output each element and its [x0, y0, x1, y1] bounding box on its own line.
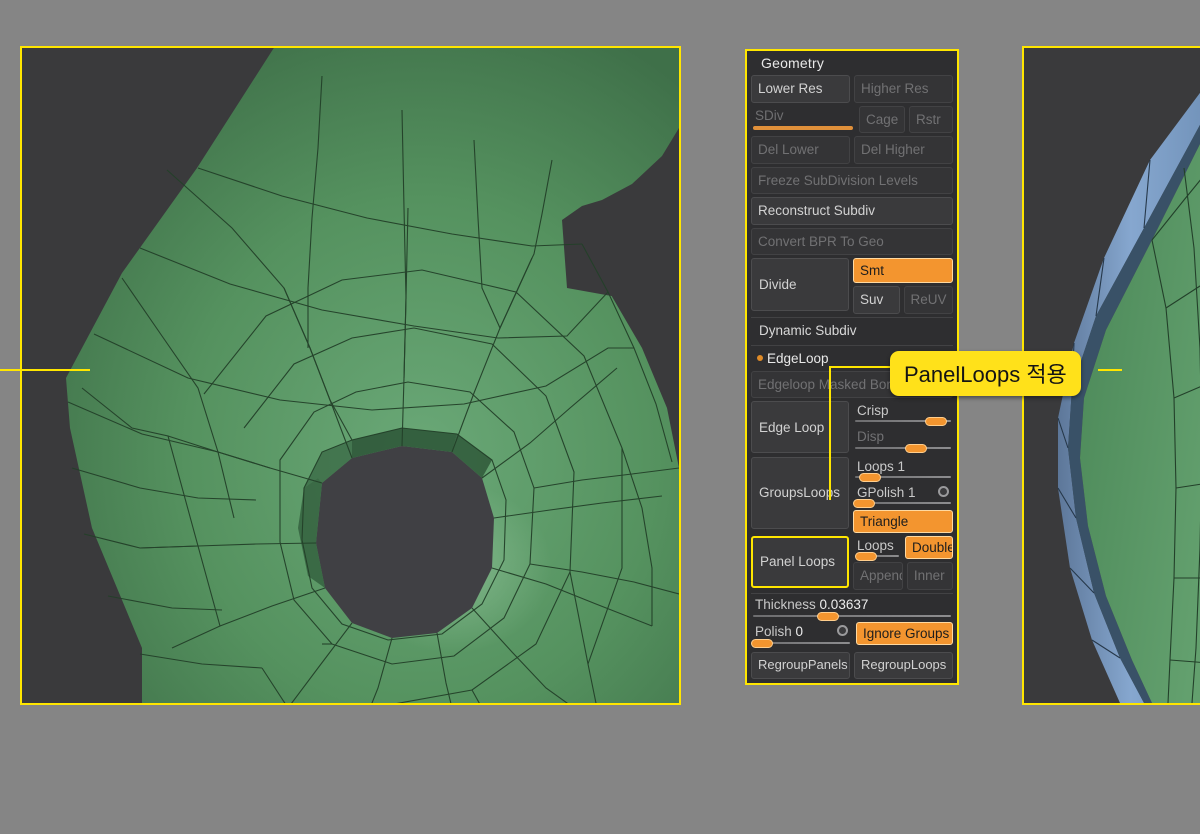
regroup-loops-button[interactable]: RegroupLoops [854, 651, 953, 679]
thickness-value: 0.03637 [819, 596, 869, 612]
callout-leader-right [1098, 369, 1122, 371]
row-freeze: Freeze SubDivision Levels [751, 166, 953, 195]
callout-tooltip: PanelLoops 적용 [890, 351, 1081, 396]
suv-toggle[interactable]: Suv [853, 286, 900, 314]
elevation-value: -100 [917, 684, 944, 685]
convert-bpr-to-geo-button[interactable]: Convert BPR To Geo [751, 227, 953, 256]
loops-panel-slider[interactable]: Loops [853, 536, 901, 562]
row-polish: Polish 0 Ignore Groups [751, 621, 953, 649]
freeze-subdivision-levels-button[interactable]: Freeze SubDivision Levels [751, 166, 953, 195]
thickness-label: Thickness 0.03637 [755, 597, 949, 613]
sdiv-label: SDiv [755, 107, 784, 123]
panel-loops-button[interactable]: Panel Loops [751, 535, 849, 588]
regroup-panels-button[interactable]: RegroupPanels [751, 651, 850, 679]
disp-label: Disp [857, 429, 885, 445]
row-reconstruct: Reconstruct Subdiv [751, 197, 953, 225]
palette-title-text: Geometry [761, 55, 825, 71]
double-toggle[interactable]: Double [905, 535, 953, 559]
section-bullet-icon [757, 355, 763, 362]
row-res: Lower Res Higher Res [751, 75, 953, 103]
gpolish-slider[interactable]: GPolish 1 [853, 483, 953, 509]
loops-panel-knob[interactable] [855, 552, 877, 562]
rstr-button[interactable]: Rstr [909, 105, 953, 134]
polish-reset-icon[interactable] [837, 624, 848, 636]
disp-slider[interactable]: Disp [853, 427, 953, 453]
row-groupsloops: GroupsLoops Loops 1 GPolish 1 Triangle [751, 456, 953, 533]
row-bevel-elevation: Bevel 10 Elevation -100 [751, 682, 953, 685]
reuv-toggle[interactable]: ReUV [903, 286, 953, 314]
bevel-label-text: Bevel [755, 684, 789, 685]
dynamic-subdiv-section[interactable]: Dynamic Subdiv [751, 316, 953, 343]
del-lower-button[interactable]: Del Lower [751, 136, 850, 164]
row-divide: Divide Smt Suv ReUV [751, 258, 953, 314]
inner-toggle[interactable]: Inner [906, 562, 953, 590]
row-del: Del Lower Del Higher [751, 136, 953, 164]
bevel-label: Bevel 10 [755, 684, 846, 685]
elevation-label: Elevation -100 [858, 684, 949, 685]
row-panel-loops: Panel Loops Loops Double Append Inner [751, 535, 953, 590]
triangle-toggle[interactable]: Triangle [853, 509, 953, 533]
sdiv-slider[interactable]: SDiv [751, 106, 855, 134]
elevation-label-text: Elevation [858, 684, 914, 685]
thickness-track[interactable] [753, 614, 951, 617]
thickness-knob[interactable] [817, 611, 839, 621]
polish-value: 0 [795, 623, 804, 639]
cage-button[interactable]: Cage [859, 105, 905, 134]
divide-button[interactable]: Divide [751, 258, 849, 312]
crisp-slider[interactable]: Crisp [853, 401, 953, 427]
callout-leader-horizontal [829, 366, 891, 368]
smt-toggle[interactable]: Smt [853, 258, 953, 284]
loops-groups-knob[interactable] [859, 472, 881, 482]
del-higher-button[interactable]: Del Higher [854, 136, 953, 164]
polish-label-text: Polish [755, 623, 792, 639]
crisp-knob[interactable] [925, 417, 947, 427]
elevation-slider[interactable]: Elevation -100 [854, 682, 953, 685]
loops-groups-slider[interactable]: Loops 1 [853, 457, 953, 483]
append-toggle[interactable]: Append [853, 562, 903, 590]
row-convert: Convert BPR To Geo [751, 227, 953, 256]
thickness-slider[interactable]: Thickness 0.03637 [751, 592, 953, 622]
bevel-value: 10 [793, 684, 808, 685]
callout-leader-vertical [829, 366, 831, 500]
mesh-render-left [22, 48, 679, 703]
screen: Geometry Lower Res Higher Res SDiv Cage … [0, 0, 1200, 834]
guide-line-left [0, 369, 90, 371]
thickness-label-text: Thickness [755, 596, 816, 612]
higher-res-button[interactable]: Higher Res [854, 75, 953, 103]
viewport-left[interactable] [20, 46, 681, 705]
polish-label: Polish 0 [755, 624, 848, 640]
row-regroup: RegroupPanels RegroupLoops [751, 651, 953, 679]
sdiv-track[interactable] [753, 126, 853, 131]
row-sdiv: SDiv Cage Rstr [751, 105, 953, 134]
gpolish-knob[interactable] [853, 498, 875, 508]
palette-title: Geometry [751, 51, 953, 75]
lower-res-button[interactable]: Lower Res [751, 75, 850, 103]
edgeloop-section-label: EdgeLoop [767, 350, 829, 366]
polish-slider[interactable]: Polish 0 [751, 622, 852, 649]
disp-track[interactable] [855, 446, 951, 449]
row-edge-loop: Edge Loop Crisp Disp [751, 401, 953, 454]
edge-loop-button[interactable]: Edge Loop [751, 401, 849, 454]
gpolish-reset-icon[interactable] [938, 485, 949, 497]
ignore-groups-toggle[interactable]: Ignore Groups [856, 621, 953, 645]
bevel-slider[interactable]: Bevel 10 [751, 682, 850, 685]
polish-knob[interactable] [751, 638, 773, 648]
reconstruct-subdiv-button[interactable]: Reconstruct Subdiv [751, 197, 953, 225]
groupsloops-button[interactable]: GroupsLoops [751, 456, 849, 529]
disp-knob[interactable] [905, 443, 927, 453]
